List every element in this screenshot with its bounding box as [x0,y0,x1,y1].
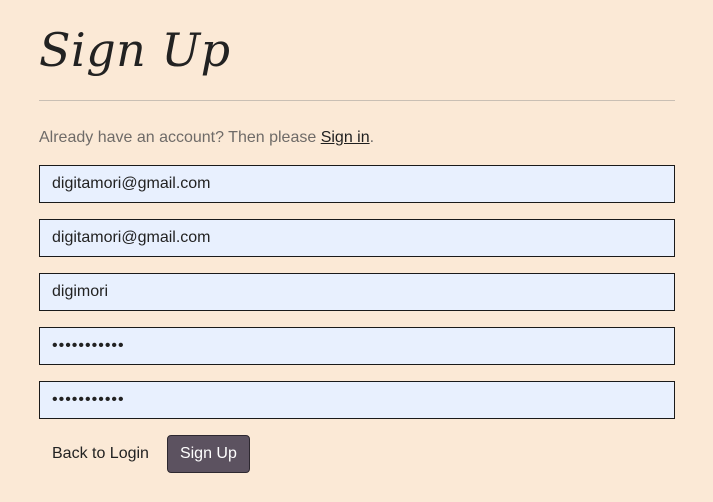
signin-prompt-suffix: . [369,129,375,146]
divider [39,100,675,101]
signin-prompt-text: Already have an account? Then please [39,129,321,146]
page-title: Sign Up [39,23,231,77]
email-field[interactable] [39,165,675,203]
back-to-login-link[interactable]: Back to Login [39,435,162,473]
password-confirm-field[interactable] [39,381,675,419]
email-confirm-field[interactable] [39,219,675,257]
signup-page: Sign Up Already have an account? Then pl… [0,0,713,502]
username-field[interactable] [39,273,675,311]
signup-form: Back to Login Sign Up [39,165,675,473]
signup-button[interactable]: Sign Up [166,435,250,473]
signin-link[interactable]: Sign in [321,129,370,146]
signin-prompt: Already have an account? Then please Sig… [39,128,675,148]
password-field[interactable] [39,327,675,365]
form-actions: Back to Login Sign Up [39,435,675,473]
